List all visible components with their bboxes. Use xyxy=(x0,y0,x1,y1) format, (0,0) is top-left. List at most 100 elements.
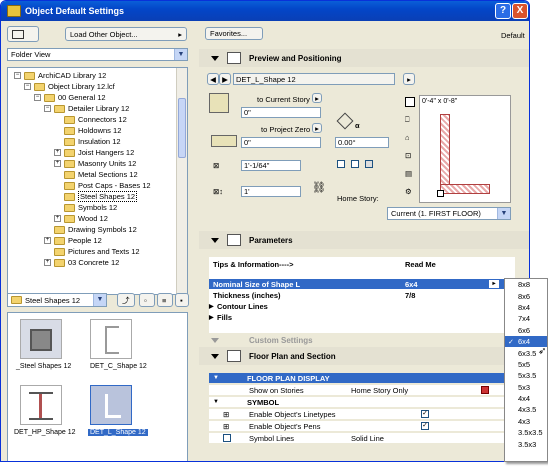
collapse-icon[interactable]: − xyxy=(34,94,41,101)
view-mode-3d-icon[interactable]: ⎕ xyxy=(405,115,410,125)
tree-item[interactable]: Holdowns 12 xyxy=(64,125,121,136)
collapse-icon[interactable]: − xyxy=(44,105,51,112)
symbol-header[interactable]: ▼ SYMBOL xyxy=(209,397,515,407)
thumb-c-shape[interactable] xyxy=(90,319,132,359)
close-button[interactable]: X xyxy=(512,3,528,19)
collapse-triangle-icon[interactable]: ▼ xyxy=(213,375,219,381)
library-tree[interactable]: − ArchiCAD Library 12 − Object Library 12.… xyxy=(7,67,188,295)
view-mode-button-3[interactable]: ▪ xyxy=(175,293,189,307)
menu-item[interactable]: 4x3.5 xyxy=(505,404,547,415)
menu-item[interactable]: 4x3 xyxy=(505,416,547,427)
tree-item[interactable]: Drawing Symbols 12 xyxy=(54,224,137,235)
load-other-object-button[interactable]: Load Other Object... ▸ xyxy=(65,27,187,41)
rotate-checkbox[interactable] xyxy=(351,160,359,168)
collapse-triangle-icon[interactable] xyxy=(211,353,219,359)
view-mode-elev-icon[interactable]: ⌂ xyxy=(405,133,410,142)
menu-item[interactable]: 3.5x3 xyxy=(505,438,547,449)
preview-section-header[interactable]: Preview and Positioning xyxy=(199,49,529,67)
object-thumbnails[interactable]: _Steel Shapes 12 DET_C_Shape 12 DET_HP_S… xyxy=(7,312,188,461)
view-mode-plan[interactable] xyxy=(405,97,415,107)
folder-view-select[interactable]: Folder View ▼ xyxy=(7,48,188,61)
menu-item[interactable]: 4x4 xyxy=(505,393,547,404)
arrow-right-icon[interactable]: ▸ xyxy=(489,280,499,288)
table-row[interactable]: ▶ Contour Lines xyxy=(209,301,515,311)
menu-item[interactable]: 5x3.5 xyxy=(505,370,547,381)
view-toggle-button[interactable] xyxy=(7,26,39,42)
linetypes-checkbox[interactable]: ✓ xyxy=(421,410,429,418)
tree-scrollbar[interactable] xyxy=(176,68,187,294)
collapse-icon[interactable]: − xyxy=(14,72,21,79)
current-story-button[interactable]: ▸ xyxy=(312,93,322,103)
menu-item[interactable]: 5x3 xyxy=(505,382,547,393)
object-menu-button[interactable]: ▸ xyxy=(403,73,415,85)
pens-checkbox[interactable]: ✓ xyxy=(421,422,429,430)
tree-item-selected[interactable]: Steel Shapes 12 xyxy=(64,191,138,202)
view-mode-list-icon[interactable]: ▤ xyxy=(405,169,412,178)
scroll-thumb[interactable] xyxy=(178,98,186,158)
view-mode-settings-icon[interactable]: ⚙ xyxy=(405,187,412,196)
view-mode-button-1[interactable]: ▫ xyxy=(139,293,155,307)
height-input[interactable]: 1' xyxy=(241,186,301,197)
tree-item[interactable]: Pictures and Texts 12 xyxy=(54,246,140,257)
lock-icon[interactable] xyxy=(481,386,489,394)
expand-icon[interactable]: + xyxy=(54,160,61,167)
home-story-select[interactable]: Current (1. FIRST FLOOR) ▼ xyxy=(387,207,511,220)
collapse-triangle-icon[interactable] xyxy=(211,337,219,343)
elevation-current-input[interactable]: 0" xyxy=(241,107,321,118)
tree-item[interactable]: + Joist Hangers 12 xyxy=(54,147,134,158)
width-input[interactable]: 1'-1/64" xyxy=(241,160,301,171)
view-mode-section-icon[interactable]: ⊡ xyxy=(405,151,411,160)
flip-checkbox[interactable] xyxy=(365,160,373,168)
tree-item[interactable]: − Detailer Library 12 xyxy=(44,103,129,114)
thumb-steel-shapes[interactable] xyxy=(20,319,62,359)
mirror-checkbox[interactable] xyxy=(337,160,345,168)
angle-input[interactable]: 0.00° xyxy=(335,137,389,148)
expand-triangle-icon[interactable]: ▶ xyxy=(209,303,214,310)
thumb-hp-shape[interactable] xyxy=(20,385,62,425)
collapse-icon[interactable]: − xyxy=(24,83,31,90)
expand-icon[interactable]: + xyxy=(44,237,51,244)
nominal-size-dropdown[interactable]: 8x8 8x6 8x4 7x4 6x6 6x4 6x3.5 5x5 5x3.5 … xyxy=(504,278,548,462)
thumb-l-shape-selected[interactable] xyxy=(90,385,132,425)
tree-item[interactable]: − 00 General 12 xyxy=(34,92,106,103)
table-row[interactable]: Symbol Lines Solid Line xyxy=(209,433,515,443)
expand-icon[interactable]: + xyxy=(54,215,61,222)
expand-icon[interactable]: + xyxy=(44,259,51,266)
expand-icon[interactable]: + xyxy=(54,149,61,156)
object-name-field[interactable]: DET_L_Shape 12 xyxy=(233,73,395,85)
parameters-table[interactable]: Tips & Information----> Read Me Nominal S… xyxy=(209,257,515,333)
floor-plan-section-header[interactable]: Floor Plan and Section xyxy=(199,347,529,365)
chain-link-icon[interactable]: ⛓ xyxy=(312,181,326,194)
tree-item[interactable]: + Masonry Units 12 xyxy=(54,158,136,169)
elevation-project-input[interactable]: 0" xyxy=(241,137,321,148)
parameters-section-header[interactable]: Parameters xyxy=(199,231,529,249)
collapse-triangle-icon[interactable] xyxy=(211,237,219,243)
folder-up-button[interactable]: ⤴ xyxy=(117,293,135,307)
collapse-triangle-icon[interactable] xyxy=(211,55,219,61)
menu-item[interactable]: 7x4 xyxy=(505,313,547,324)
menu-item[interactable]: 8x4 xyxy=(505,302,547,313)
floor-plan-display-header[interactable]: ▼ FLOOR PLAN DISPLAY xyxy=(209,373,515,383)
tree-item[interactable]: + People 12 xyxy=(44,235,102,246)
table-row[interactable]: Thickness (inches) 7/8 xyxy=(209,290,515,300)
tree-item[interactable]: Connectors 12 xyxy=(64,114,127,125)
help-button[interactable]: ? xyxy=(495,3,511,19)
current-folder-select[interactable]: Steel Shapes 12 ▼ xyxy=(7,293,107,307)
view-mode-button-2[interactable]: ≡ xyxy=(157,293,173,307)
table-row[interactable]: ⊞ Enable Object's Pens ✓ xyxy=(209,421,515,431)
tree-item[interactable]: Metal Sections 12 xyxy=(64,169,138,180)
next-object-button[interactable]: ▶ xyxy=(219,73,231,85)
tree-item[interactable]: +03 Concrete 12 xyxy=(44,257,119,268)
table-row[interactable]: Show on Stories Home Story Only xyxy=(209,385,515,395)
tree-item[interactable]: − ArchiCAD Library 12 xyxy=(14,70,106,81)
tree-item[interactable]: − Object Library 12.lcf xyxy=(24,81,115,92)
prev-object-button[interactable]: ◀ xyxy=(207,73,219,85)
menu-item[interactable]: 5x5 xyxy=(505,359,547,370)
expand-triangle-icon[interactable]: ▶ xyxy=(209,314,214,321)
tree-item[interactable]: Symbols 12 xyxy=(64,202,117,213)
symbol-lines-checkbox[interactable] xyxy=(223,434,231,442)
table-row-selected[interactable]: Nominal Size of Shape L 6x4 ▸ xyxy=(209,279,515,289)
menu-item[interactable]: 8x6 xyxy=(505,290,547,301)
menu-item[interactable]: 8x8 xyxy=(505,279,547,290)
table-row[interactable]: ▶ Fills xyxy=(209,312,515,322)
